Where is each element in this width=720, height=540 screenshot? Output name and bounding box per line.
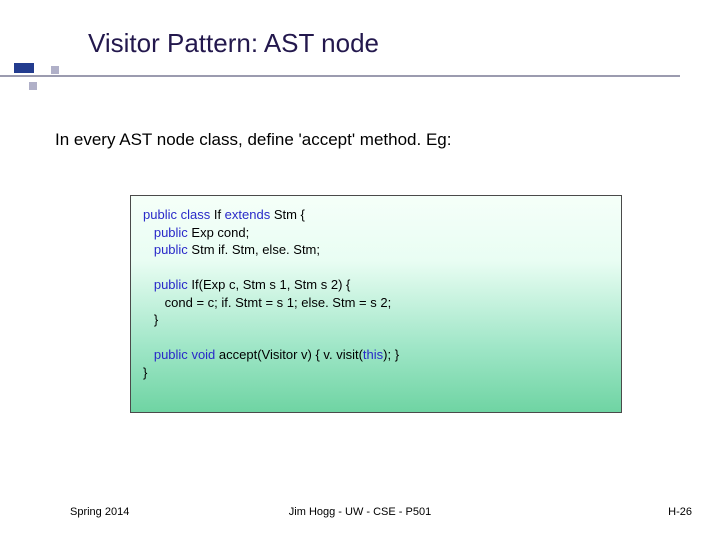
slide: Visitor Pattern: AST node In every AST n… [0,0,720,540]
code-text: accept(Visitor v) { v. visit( [215,347,363,362]
code-text: If [210,207,224,222]
intro-text: In every AST node class, define 'accept'… [55,130,451,150]
accent-block [14,63,34,73]
code-text: Stm { [270,207,305,222]
code-listing: public class If extends Stm { public Exp… [143,206,609,381]
code-text: ); } [383,347,399,362]
kw-public: public [154,347,188,362]
code-text: Stm if. Stm, else. Stm; [188,242,320,257]
kw-this: this [363,347,383,362]
kw-public: public [154,277,188,292]
accent-square-icon [51,66,59,74]
code-box: public class If extends Stm { public Exp… [130,195,622,413]
kw-public: public [154,225,188,240]
code-text: Exp cond; [188,225,249,240]
code-text: } [143,312,158,327]
slide-title: Visitor Pattern: AST node [88,28,379,59]
title-underline [0,75,680,77]
code-text: } [143,365,147,380]
code-text: If(Exp c, Stm s 1, Stm s 2) { [188,277,351,292]
kw-class: class [181,207,211,222]
kw-extends: extends [225,207,271,222]
accent-square-icon [29,82,37,90]
footer-center: Jim Hogg - UW - CSE - P501 [0,506,720,518]
code-text: cond = c; if. Stmt = s 1; else. Stm = s … [143,295,391,310]
footer-right: H-26 [668,506,692,518]
kw-void: void [191,347,215,362]
kw-public: public [154,242,188,257]
kw-public: public [143,207,177,222]
